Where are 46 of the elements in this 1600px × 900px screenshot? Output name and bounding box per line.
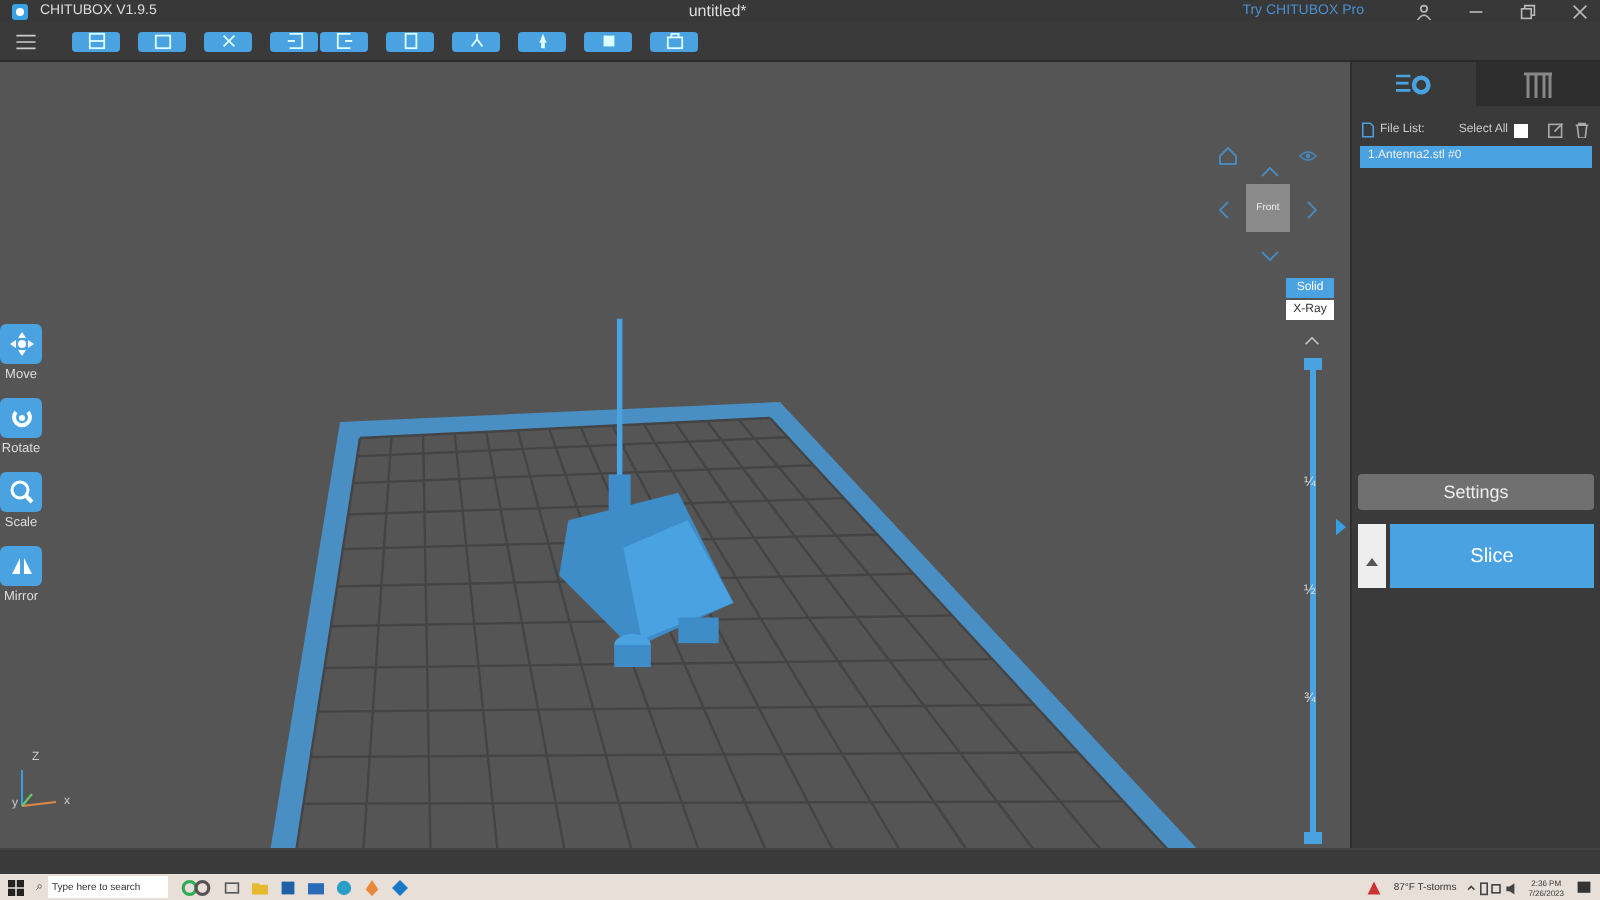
edit-icon[interactable] xyxy=(1548,122,1564,138)
rotate-tool-button[interactable] xyxy=(0,398,42,438)
caret-up-icon xyxy=(1366,557,1378,565)
rotate-icon xyxy=(9,406,33,430)
toolbar-button[interactable] xyxy=(138,31,186,51)
collapse-arrow-icon[interactable] xyxy=(1336,518,1346,536)
toolbar-button[interactable] xyxy=(518,31,566,51)
menu-icon[interactable] xyxy=(16,33,36,49)
app-logo-icon xyxy=(12,3,28,19)
scale-tool-button[interactable] xyxy=(0,472,42,512)
settings-button[interactable]: Settings xyxy=(1358,474,1594,510)
toolbar-button[interactable] xyxy=(270,31,318,51)
trash-icon[interactable] xyxy=(1574,122,1590,138)
toolbar-button[interactable] xyxy=(320,31,368,51)
toolbar-button[interactable] xyxy=(386,31,434,51)
slice-button[interactable]: Slice xyxy=(1390,524,1594,588)
columns-icon xyxy=(1524,70,1552,98)
tray-icons-drawing[interactable] xyxy=(1468,879,1517,895)
slider-thumb[interactable] xyxy=(1303,358,1321,370)
search-icon xyxy=(36,880,42,894)
mirror-icon xyxy=(9,554,33,578)
panel-tab[interactable] xyxy=(1476,62,1600,106)
toolbar-button[interactable] xyxy=(452,31,500,51)
windows-start-icon[interactable] xyxy=(8,879,24,895)
slider-thumb[interactable] xyxy=(1303,832,1321,844)
chevron-up-icon[interactable] xyxy=(1304,336,1320,346)
task-view-icon[interactable] xyxy=(224,879,240,895)
restore-icon[interactable] xyxy=(1520,3,1536,19)
move-icon xyxy=(9,332,33,356)
scale-icon xyxy=(9,480,33,504)
list-gear-icon xyxy=(1396,71,1432,97)
toolbar-button[interactable] xyxy=(650,31,698,51)
close-icon[interactable] xyxy=(1572,3,1588,19)
toolbar-button[interactable] xyxy=(72,31,120,51)
axis-indicator-drawing xyxy=(20,768,58,808)
document-icon xyxy=(1362,122,1374,138)
document-title: untitled* xyxy=(688,2,747,20)
select-all-checkbox[interactable] xyxy=(1514,123,1528,137)
user-icon[interactable] xyxy=(1416,3,1432,19)
expand-button[interactable] xyxy=(1358,524,1386,588)
diamond-icon[interactable] xyxy=(392,879,408,895)
toolbar-button[interactable] xyxy=(204,31,252,51)
rings-icon[interactable] xyxy=(180,879,212,895)
mirror-tool-button[interactable] xyxy=(0,546,42,586)
toolbar-button[interactable] xyxy=(584,31,632,51)
move-tool-button[interactable] xyxy=(0,324,42,364)
